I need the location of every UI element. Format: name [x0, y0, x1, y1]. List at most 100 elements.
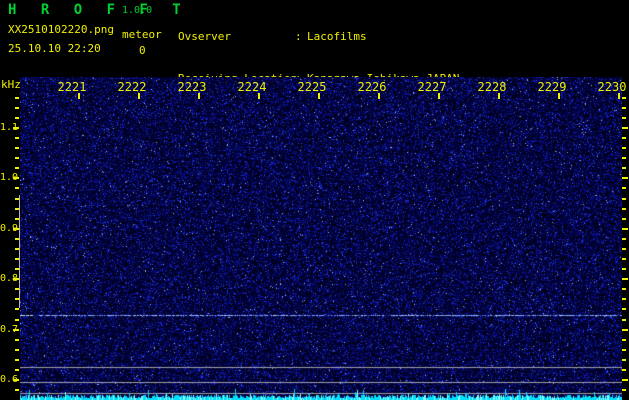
- freq-tick-minor: [15, 298, 19, 300]
- right-freq-tick-minor: [622, 298, 626, 300]
- right-freq-tick-minor: [622, 248, 626, 250]
- right-freq-tick-minor: [622, 349, 626, 351]
- right-freq-tick-minor: [622, 147, 626, 149]
- right-freq-tick-minor: [622, 339, 626, 341]
- output-filename: XX2510102220.png: [8, 23, 114, 36]
- right-freq-tick-major: [622, 379, 628, 381]
- right-freq-tick-minor: [622, 308, 626, 310]
- freq-tick-major: [13, 329, 19, 331]
- station-value: Lacofilms: [307, 30, 367, 43]
- freq-tick-minor: [15, 359, 19, 361]
- time-label: 2226: [357, 80, 387, 94]
- time-tick: [558, 93, 560, 99]
- time-label: 2230: [597, 80, 627, 94]
- freq-tick-minor: [15, 97, 19, 99]
- freq-tick-minor: [15, 218, 19, 220]
- freq-label: 0.7: [0, 324, 19, 335]
- freq-label: 1.0: [0, 172, 19, 183]
- meteor-count: 0: [139, 44, 146, 57]
- station-row-observer: Ovserver: Lacofilms: [178, 30, 459, 44]
- time-tick: [378, 93, 380, 99]
- right-freq-tick-minor: [622, 389, 626, 391]
- right-freq-tick-minor: [622, 218, 626, 220]
- station-label: Ovserver: [178, 30, 231, 43]
- right-freq-tick-minor: [622, 268, 626, 270]
- freq-tick-minor: [15, 369, 19, 371]
- time-label: 2229: [537, 80, 567, 94]
- right-freq-tick-minor: [622, 369, 626, 371]
- freq-tick-minor: [15, 349, 19, 351]
- right-freq-tick-minor: [622, 319, 626, 321]
- right-freq-tick-minor: [622, 258, 626, 260]
- right-freq-tick-minor: [622, 137, 626, 139]
- right-freq-tick-major: [622, 228, 628, 230]
- freq-tick-minor: [15, 288, 19, 290]
- freq-tick-minor: [15, 339, 19, 341]
- app-version: 1.0.0: [122, 5, 153, 16]
- time-tick: [318, 93, 320, 99]
- right-freq-tick-major: [622, 329, 628, 331]
- time-tick: [498, 93, 500, 99]
- right-freq-tick-major: [622, 177, 628, 179]
- freq-tick-minor: [15, 248, 19, 250]
- time-label: 2224: [237, 80, 267, 94]
- freq-tick-major: [13, 278, 19, 280]
- spectrogram-canvas: [20, 77, 622, 400]
- time-tick: [78, 93, 80, 99]
- date-time: 25.10.10 22:20: [8, 42, 101, 55]
- freq-tick-minor: [15, 238, 19, 240]
- freq-tick-minor: [15, 147, 19, 149]
- right-freq-tick-minor: [622, 238, 626, 240]
- time-label: 2222: [117, 80, 147, 94]
- right-freq-tick-minor: [622, 198, 626, 200]
- freq-tick-major: [13, 379, 19, 381]
- time-label: 2225: [297, 80, 327, 94]
- time-tick: [438, 93, 440, 99]
- freq-tick-minor: [15, 167, 19, 169]
- right-freq-tick-minor: [622, 107, 626, 109]
- frequency-unit-label: kHz: [1, 78, 21, 91]
- time-label: 2227: [417, 80, 447, 94]
- freq-label: 1.1: [0, 122, 19, 133]
- freq-label: 0.8: [0, 273, 19, 284]
- freq-tick-minor: [15, 157, 19, 159]
- freq-tick-minor: [15, 137, 19, 139]
- right-freq-tick-minor: [622, 157, 626, 159]
- freq-label: 0.9: [0, 223, 19, 234]
- right-freq-tick-major: [622, 278, 628, 280]
- freq-tick-minor: [15, 198, 19, 200]
- time-tick: [138, 93, 140, 99]
- time-tick: [258, 93, 260, 99]
- freq-tick-minor: [15, 268, 19, 270]
- time-tick: [618, 93, 620, 99]
- time-tick: [198, 93, 200, 99]
- detection-band-marker: [19, 195, 20, 308]
- time-label: 2228: [477, 80, 507, 94]
- freq-tick-minor: [15, 187, 19, 189]
- right-freq-tick-minor: [622, 359, 626, 361]
- app-title: H R O F F T: [8, 2, 189, 18]
- freq-tick-minor: [15, 107, 19, 109]
- freq-tick-minor: [15, 208, 19, 210]
- right-freq-tick-minor: [622, 288, 626, 290]
- freq-tick-minor: [15, 319, 19, 321]
- freq-tick-minor: [15, 258, 19, 260]
- freq-label: 0.6: [0, 374, 19, 385]
- right-freq-tick-minor: [622, 187, 626, 189]
- freq-tick-minor: [15, 308, 19, 310]
- time-label: 2223: [177, 80, 207, 94]
- right-freq-tick-major: [622, 127, 628, 129]
- mode-label: meteor: [122, 28, 162, 41]
- freq-tick-minor: [15, 389, 19, 391]
- time-label: 2221: [57, 80, 87, 94]
- hrofft-window: H R O F F T 1.0.0 XX2510102220.png meteo…: [0, 0, 629, 400]
- freq-tick-major: [13, 228, 19, 230]
- freq-tick-major: [13, 127, 19, 129]
- freq-tick-major: [13, 177, 19, 179]
- right-freq-tick-minor: [622, 97, 626, 99]
- right-freq-tick-minor: [622, 208, 626, 210]
- right-freq-tick-minor: [622, 117, 626, 119]
- right-freq-tick-minor: [622, 167, 626, 169]
- separator: :: [295, 30, 302, 43]
- freq-tick-minor: [15, 117, 19, 119]
